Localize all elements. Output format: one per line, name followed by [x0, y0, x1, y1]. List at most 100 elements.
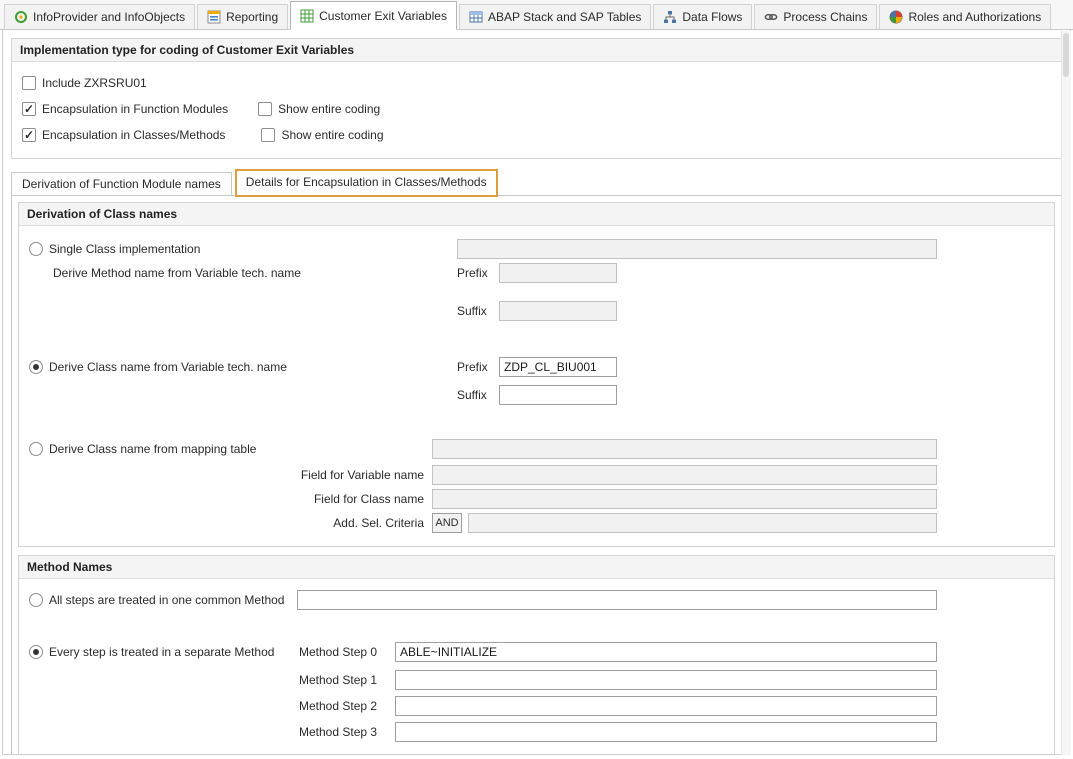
method-step-3-row: Method Step 3	[19, 721, 1054, 743]
derive-class-prefix-row: Derive Class name from Variable tech. na…	[19, 356, 1054, 378]
common-method-option: All steps are treated in one common Meth…	[29, 589, 284, 611]
method-step-1-row: Method Step 1	[19, 669, 1054, 691]
tab-label: Roles and Authorizations	[908, 10, 1041, 24]
add-sel-criteria-operator[interactable]: AND	[432, 513, 462, 533]
common-method-label: All steps are treated in one common Meth…	[49, 593, 284, 607]
method-step-0-input[interactable]	[395, 642, 937, 662]
subtab-derivation-of-function-module-names[interactable]: Derivation of Function Module names	[11, 172, 232, 195]
encapsulation-function-modules-row: Encapsulation in Function Modules Show e…	[22, 96, 1051, 122]
add-sel-criteria-operator-wrap: AND	[432, 512, 462, 534]
mapping-table-input[interactable]	[432, 439, 937, 459]
method-step-2-input[interactable]	[395, 696, 937, 716]
data-flows-icon	[663, 10, 677, 24]
tab-infoprovider-and-infoobjects[interactable]: InfoProvider and InfoObjects	[4, 4, 195, 29]
customer-exit-variables-icon	[300, 9, 314, 23]
encapsulation-function-modules-checkbox[interactable]	[22, 102, 36, 116]
method-step-1-label: Method Step 1	[299, 669, 377, 691]
method-names-header: Method Names	[19, 556, 1054, 579]
tab-data-flows[interactable]: Data Flows	[653, 4, 752, 29]
derive-method-prefix-input[interactable]	[499, 263, 617, 283]
app-window: InfoProvider and InfoObjects Reporting C…	[0, 0, 1073, 759]
single-class-radio[interactable]	[29, 242, 43, 256]
single-class-row: Single Class implementation	[19, 238, 1054, 260]
subtab-page: Derivation of Class names Single Class i…	[11, 195, 1062, 755]
separate-method-label: Every step is treated in a separate Meth…	[49, 645, 274, 659]
field-for-class-name-row: Field for Class name	[19, 488, 1054, 510]
include-zxrsru01-row: Include ZXRSRU01	[22, 70, 1051, 96]
method-step-0-label: Method Step 0	[299, 641, 377, 663]
show-entire-coding-cm-checkbox[interactable]	[261, 128, 275, 142]
mapping-table-row: Derive Class name from mapping table	[19, 438, 1054, 460]
method-names-body: All steps are treated in one common Meth…	[19, 579, 1054, 755]
common-method-row: All steps are treated in one common Meth…	[19, 589, 1054, 611]
mapping-table-radio[interactable]	[29, 442, 43, 456]
field-for-variable-name-row: Field for Variable name	[19, 464, 1054, 486]
show-entire-coding-cm-pair: Show entire coding	[261, 128, 383, 142]
single-class-field-wrap	[457, 238, 937, 260]
tab-customer-exit-variables[interactable]: Customer Exit Variables	[290, 1, 457, 30]
derive-class-radio[interactable]	[29, 360, 43, 374]
derive-method-prefix-label: Prefix	[457, 266, 493, 280]
derive-method-suffix-input[interactable]	[499, 301, 617, 321]
sub-tabbar: Derivation of Function Module names Deta…	[11, 168, 1062, 195]
mapping-table-option: Derive Class name from mapping table	[29, 438, 256, 460]
encapsulation-classes-methods-checkbox[interactable]	[22, 128, 36, 142]
derive-class-suffix-input[interactable]	[499, 385, 617, 405]
show-entire-coding-cm-label: Show entire coding	[281, 128, 383, 142]
field-for-variable-name-label: Field for Variable name	[29, 464, 424, 486]
vertical-scrollbar-thumb[interactable]	[1063, 33, 1069, 77]
include-zxrsru01-checkbox[interactable]	[22, 76, 36, 90]
derive-class-suffix-row: Suffix	[19, 384, 1054, 406]
show-entire-coding-fm-checkbox[interactable]	[258, 102, 272, 116]
tab-label: Reporting	[226, 10, 278, 24]
infoprovider-icon	[14, 10, 28, 24]
derivation-of-class-names-group: Derivation of Class names Single Class i…	[18, 202, 1055, 547]
mapping-table-label: Derive Class name from mapping table	[49, 442, 256, 456]
common-method-field-wrap	[297, 589, 937, 611]
single-class-name-input[interactable]	[457, 239, 937, 259]
field-for-variable-name-input[interactable]	[432, 465, 937, 485]
field-for-class-name-input[interactable]	[432, 489, 937, 509]
tab-label: Process Chains	[783, 10, 867, 24]
main-tabbar: InfoProvider and InfoObjects Reporting C…	[0, 0, 1073, 30]
derive-class-prefix-input[interactable]	[499, 357, 617, 377]
add-sel-criteria-input[interactable]	[468, 513, 937, 533]
encapsulation-function-modules-label: Encapsulation in Function Modules	[42, 102, 228, 116]
method-step-1-input[interactable]	[395, 670, 937, 690]
method-step-2-wrap	[395, 695, 937, 717]
tab-process-chains[interactable]: Process Chains	[754, 4, 877, 29]
separate-method-option: Every step is treated in a separate Meth…	[29, 641, 274, 663]
mapping-table-field-wrap	[432, 438, 937, 460]
derive-class-suffix-wrap: Suffix	[457, 384, 617, 406]
common-method-radio[interactable]	[29, 593, 43, 607]
tab-abap-stack-and-sap-tables[interactable]: ABAP Stack and SAP Tables	[459, 4, 651, 29]
show-entire-coding-fm-label: Show entire coding	[278, 102, 380, 116]
derive-method-prefix-row: Derive Method name from Variable tech. n…	[19, 262, 1054, 284]
derive-class-prefix-label: Prefix	[457, 360, 493, 374]
derive-class-option: Derive Class name from Variable tech. na…	[29, 356, 287, 378]
add-sel-criteria-wrap	[468, 512, 937, 534]
tab-label: ABAP Stack and SAP Tables	[488, 10, 641, 24]
method-step-3-wrap	[395, 721, 937, 743]
common-method-input[interactable]	[297, 590, 937, 610]
separate-method-radio[interactable]	[29, 645, 43, 659]
single-class-label: Single Class implementation	[49, 242, 200, 256]
derivation-of-class-names-body: Single Class implementation Derive Metho…	[19, 226, 1054, 546]
encapsulation-classes-methods-label: Encapsulation in Classes/Methods	[42, 128, 225, 142]
vertical-scrollbar[interactable]	[1061, 31, 1071, 755]
derive-method-suffix-row: Suffix	[19, 300, 1054, 322]
method-step-2-row: Method Step 2	[19, 695, 1054, 717]
derive-method-prefix-wrap: Prefix	[457, 262, 617, 284]
tab-reporting[interactable]: Reporting	[197, 4, 288, 29]
reporting-icon	[207, 10, 221, 24]
derive-method-suffix-label: Suffix	[457, 304, 493, 318]
field-for-class-name-wrap	[432, 488, 937, 510]
subtab-details-for-encapsulation-in-classes-methods[interactable]: Details for Encapsulation in Classes/Met…	[235, 169, 498, 197]
derive-method-label: Derive Method name from Variable tech. n…	[53, 262, 301, 284]
implementation-type-group: Implementation type for coding of Custom…	[11, 38, 1062, 159]
abap-table-icon	[469, 10, 483, 24]
separate-method-row: Every step is treated in a separate Meth…	[19, 641, 1054, 663]
method-step-3-input[interactable]	[395, 722, 937, 742]
derive-class-prefix-wrap: Prefix	[457, 356, 617, 378]
tab-roles-and-authorizations[interactable]: Roles and Authorizations	[879, 4, 1051, 29]
